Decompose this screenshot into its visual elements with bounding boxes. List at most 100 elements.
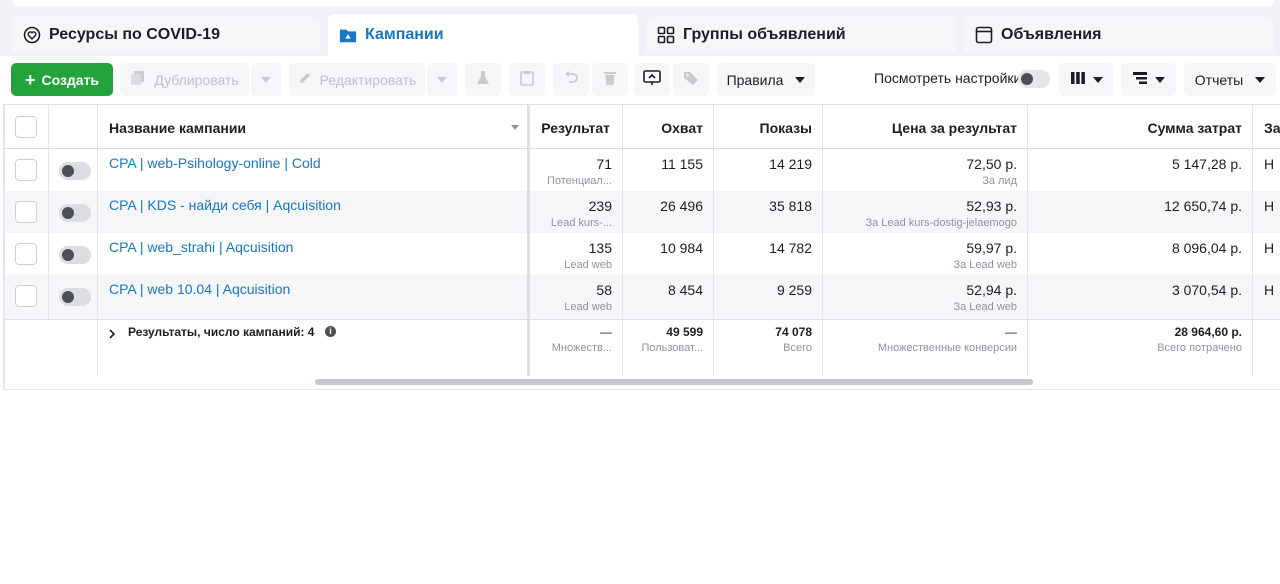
row-select-cell bbox=[5, 191, 49, 233]
view-settings-toggle[interactable] bbox=[1018, 70, 1050, 88]
ab-test-button[interactable] bbox=[465, 63, 501, 96]
tag-button[interactable] bbox=[673, 63, 709, 96]
edit-dropdown[interactable] bbox=[427, 63, 457, 96]
summary-impressions-cell: 74 078 Всего bbox=[714, 320, 823, 377]
reports-button[interactable]: Отчеты bbox=[1184, 63, 1276, 96]
flask-icon bbox=[475, 70, 491, 89]
table-row[interactable]: CPA | KDS - найди себя | Aqcuisition 239… bbox=[5, 191, 1280, 233]
impressions-cell: 35 818 bbox=[714, 191, 823, 233]
tag-icon bbox=[683, 70, 699, 89]
toggle-header-cell bbox=[49, 105, 98, 148]
preview-icon bbox=[643, 70, 661, 89]
row-select-cell bbox=[5, 149, 49, 191]
campaign-name-link[interactable]: CPA | web-Psihology-online | Cold bbox=[109, 155, 321, 171]
campaign-name-cell: CPA | web_strahi | Aqcuisition bbox=[98, 233, 530, 275]
header-extra[interactable]: За bbox=[1253, 105, 1280, 148]
duplicate-dropdown[interactable] bbox=[251, 63, 281, 96]
result-cell: 135 Lead web bbox=[530, 233, 623, 275]
caret-down-icon bbox=[1255, 76, 1266, 83]
summary-extra-cell bbox=[1253, 320, 1280, 377]
chevron-right-icon[interactable] bbox=[108, 328, 116, 343]
row-checkbox[interactable] bbox=[15, 243, 37, 265]
caret-down-icon bbox=[1092, 76, 1103, 83]
campaign-toggle[interactable] bbox=[59, 204, 91, 222]
edit-button[interactable]: Редактировать bbox=[289, 63, 425, 96]
header-amount-spent[interactable]: Сумма затрат bbox=[1028, 105, 1253, 148]
extra-cell: Н bbox=[1264, 198, 1275, 214]
campaign-toggle[interactable] bbox=[59, 288, 91, 306]
row-toggle-cell bbox=[49, 275, 98, 319]
campaign-toggle[interactable] bbox=[59, 246, 91, 264]
result-cell: 58 Lead web bbox=[530, 275, 623, 319]
header-name[interactable]: Название кампании bbox=[98, 105, 530, 148]
columns-icon bbox=[1070, 71, 1086, 88]
row-checkbox[interactable] bbox=[15, 159, 37, 181]
summary-result-cell: — Множеств... bbox=[530, 320, 623, 377]
campaign-name-link[interactable]: CPA | KDS - найди себя | Aqcuisition bbox=[109, 197, 341, 213]
clipboard-button[interactable] bbox=[509, 63, 545, 96]
sort-caret-icon[interactable] bbox=[511, 125, 519, 130]
folder-icon bbox=[339, 26, 357, 44]
header-reach[interactable]: Охват bbox=[623, 105, 714, 148]
delete-button[interactable] bbox=[592, 63, 628, 96]
view-settings-label: Посмотреть настройки bbox=[874, 70, 1022, 86]
campaign-name-link[interactable]: CPA | web_strahi | Aqcuisition bbox=[109, 239, 293, 255]
trash-icon bbox=[603, 70, 617, 89]
cost-cell: 52,94 р. За Lead web bbox=[823, 275, 1028, 319]
breakdown-button[interactable] bbox=[1121, 63, 1176, 96]
rules-button[interactable]: Правила bbox=[717, 63, 815, 96]
info-icon[interactable]: i bbox=[325, 326, 336, 337]
campaign-name-cell: CPA | web-Psihology-online | Cold bbox=[98, 149, 530, 191]
clipboard-icon bbox=[520, 70, 534, 89]
row-toggle-cell bbox=[49, 149, 98, 191]
preview-button[interactable] bbox=[634, 63, 670, 96]
header-impressions[interactable]: Показы bbox=[714, 105, 823, 148]
campaign-name-cell: CPA | KDS - найди себя | Aqcuisition bbox=[98, 191, 530, 233]
heart-circle-icon bbox=[23, 26, 41, 44]
reach-cell: 8 454 bbox=[623, 275, 714, 319]
extra-cell: Н bbox=[1264, 156, 1275, 172]
cost-cell: 59,97 р. За Lead web bbox=[823, 233, 1028, 275]
tab-label: Объявления bbox=[1001, 26, 1102, 43]
select-all-cell bbox=[5, 105, 49, 148]
row-checkbox[interactable] bbox=[15, 285, 37, 307]
tab-ads[interactable]: Объявления bbox=[964, 17, 1274, 53]
result-cell: 239 Lead kurs-... bbox=[530, 191, 623, 233]
summary-blank-cell bbox=[5, 320, 98, 377]
impressions-cell: 14 219 bbox=[714, 149, 823, 191]
breakdown-icon bbox=[1132, 71, 1148, 88]
campaign-name-link[interactable]: CPA | web 10.04 | Aqcuisition bbox=[109, 281, 290, 297]
tab-label: Кампании bbox=[365, 26, 444, 43]
scrollbar-thumb[interactable] bbox=[315, 379, 1033, 385]
table-header: Название кампании Результат Охват Показы… bbox=[5, 105, 1280, 149]
campaign-name-cell: CPA | web 10.04 | Aqcuisition bbox=[98, 275, 530, 319]
campaigns-table: Название кампании Результат Охват Показы… bbox=[5, 104, 1280, 377]
table-row[interactable]: CPA | web-Psihology-online | Cold 71 Поте… bbox=[5, 149, 1280, 191]
summary-reach-cell: 49 599 Пользоват... bbox=[623, 320, 714, 377]
undo-button[interactable] bbox=[553, 63, 589, 96]
caret-down-icon bbox=[1155, 76, 1165, 83]
undo-icon bbox=[563, 70, 579, 89]
top-strip-panel bbox=[12, 0, 1274, 6]
create-button[interactable]: + Создать bbox=[11, 63, 113, 96]
header-result[interactable]: Результат bbox=[530, 105, 623, 148]
duplicate-icon bbox=[130, 70, 146, 89]
tab-label: Группы объявлений bbox=[683, 26, 846, 43]
table-row[interactable]: CPA | web_strahi | Aqcuisition 135 Lead w… bbox=[5, 233, 1280, 275]
caret-down-icon bbox=[795, 76, 806, 83]
toolbar: + Создать Дублировать Редактировать Прав… bbox=[0, 56, 1280, 104]
pencil-icon bbox=[298, 71, 312, 88]
tab-campaigns[interactable]: Кампании bbox=[328, 14, 638, 56]
summary-label-cell[interactable]: Результаты, число кампаний: 4 i bbox=[98, 320, 530, 377]
horizontal-scrollbar[interactable] bbox=[5, 376, 1280, 390]
tab-covid-resources[interactable]: Ресурсы по COVID-19 bbox=[12, 17, 320, 53]
columns-button[interactable] bbox=[1059, 63, 1113, 96]
header-cost-per-result[interactable]: Цена за результат bbox=[823, 105, 1028, 148]
campaign-toggle[interactable] bbox=[59, 162, 91, 180]
duplicate-button[interactable]: Дублировать bbox=[120, 63, 249, 96]
table-row[interactable]: CPA | web 10.04 | Aqcuisition 58 Lead web… bbox=[5, 275, 1280, 319]
tab-ad-sets[interactable]: Группы объявлений bbox=[646, 17, 956, 53]
select-all-checkbox[interactable] bbox=[15, 116, 37, 138]
spent-cell: 12 650,74 р. bbox=[1028, 191, 1253, 233]
row-checkbox[interactable] bbox=[15, 201, 37, 223]
